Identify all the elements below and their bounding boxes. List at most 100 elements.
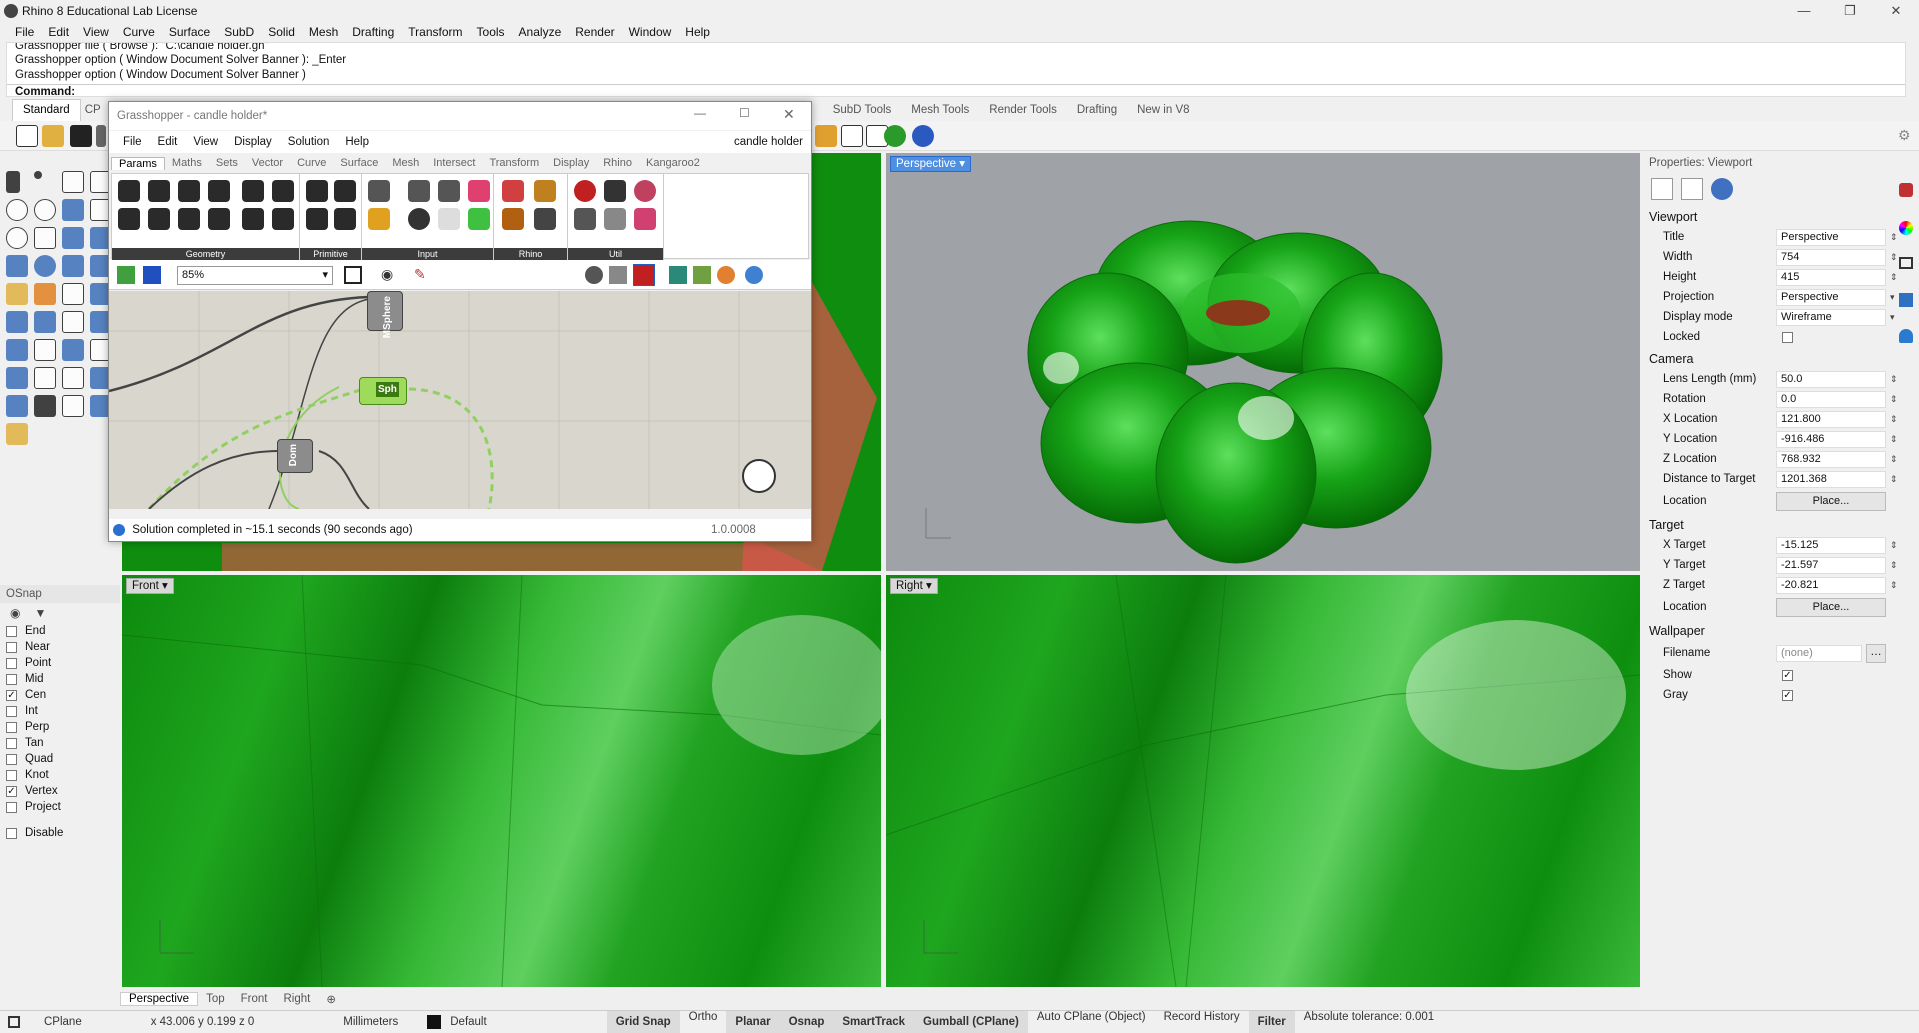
gh-material-icon[interactable] — [534, 208, 556, 230]
gh-menu-help[interactable]: Help — [337, 136, 377, 148]
gh-group-label[interactable]: Geometry — [112, 248, 299, 260]
tab-new-in-v8[interactable]: New in V8 — [1127, 104, 1199, 116]
layers-icon[interactable] — [1899, 183, 1913, 197]
camera-prop-value[interactable]: 0.0 — [1776, 390, 1886, 408]
gh-boolean-icon[interactable] — [306, 180, 328, 202]
osnap-checkbox[interactable] — [6, 721, 17, 733]
gh-menu-solution[interactable]: Solution — [280, 136, 338, 148]
gumball-icon[interactable] — [34, 395, 56, 417]
analyze-icon[interactable] — [6, 367, 28, 389]
libraries-icon[interactable] — [1899, 293, 1913, 307]
viewport-icon[interactable] — [1681, 178, 1703, 200]
osnap-checkbox[interactable] — [6, 753, 17, 765]
gh-bake-icon[interactable] — [669, 266, 687, 284]
osnap-item[interactable]: ✓ Cen — [0, 687, 120, 703]
gh-import-icon[interactable] — [368, 180, 390, 202]
osnap-item[interactable]: Knot — [0, 767, 120, 783]
gh-tab-display[interactable]: Display — [546, 157, 596, 169]
notifications-icon[interactable] — [1899, 329, 1913, 343]
command-prompt[interactable]: Command: — [7, 84, 1905, 100]
camera-prop-value[interactable]: 1201.368 — [1776, 470, 1886, 488]
osnap-checkbox[interactable] — [6, 673, 17, 685]
settings-gear-icon[interactable]: ⚙ — [1898, 127, 1911, 144]
spinner-icon[interactable]: ⇕ — [1890, 580, 1898, 591]
browse-button[interactable]: … — [1866, 643, 1886, 663]
help-icon[interactable] — [912, 125, 934, 147]
menu-window[interactable]: Window — [622, 25, 679, 39]
front-viewport[interactable]: Front ▾ — [122, 575, 881, 987]
paint-icon[interactable] — [6, 423, 28, 445]
tab-standard[interactable]: Standard — [12, 99, 81, 121]
target-place-button[interactable]: Place... — [1776, 597, 1886, 617]
gh-surface-param-icon[interactable] — [208, 180, 230, 202]
current-layer[interactable]: Default — [441, 1016, 606, 1028]
open-folder-icon[interactable] — [42, 125, 64, 147]
trim-icon[interactable] — [62, 283, 84, 305]
gh-menu-display[interactable]: Display — [226, 136, 280, 148]
osnap-checkbox[interactable] — [6, 625, 17, 637]
gh-tab-rhino[interactable]: Rhino — [596, 157, 639, 169]
filter-icon[interactable]: ▼ — [34, 606, 46, 620]
tab-mesh-tools[interactable]: Mesh Tools — [901, 104, 979, 116]
osnap-item[interactable]: Mid — [0, 671, 120, 687]
gh-sketch-icon[interactable]: ✎ — [414, 266, 426, 283]
gh-list-icon[interactable] — [438, 208, 460, 230]
display-icon[interactable] — [1899, 257, 1913, 269]
menu-mesh[interactable]: Mesh — [302, 25, 345, 39]
status-toggle[interactable]: Ortho — [680, 1011, 727, 1033]
spinner-icon[interactable]: ⇕ — [1890, 414, 1898, 425]
spinner-icon[interactable]: ⇕ — [1890, 560, 1898, 571]
gh-dom-node[interactable]: Dom — [277, 439, 313, 473]
osnap-item[interactable]: ✓ Vertex — [0, 783, 120, 799]
close-button[interactable]: ✕ — [1873, 0, 1919, 22]
gh-rhino-object-icon[interactable] — [502, 180, 524, 202]
gh-zoom-select[interactable]: 85% ▾ — [177, 266, 333, 285]
gh-curve-param-icon[interactable] — [178, 180, 200, 202]
spinner-icon[interactable]: ⇕ — [1890, 474, 1898, 485]
solid-tools-icon[interactable] — [6, 395, 28, 417]
target-prop-value[interactable]: -21.597 — [1776, 556, 1886, 574]
osnap-checkbox[interactable] — [6, 801, 17, 813]
osnap-checkbox[interactable] — [6, 737, 17, 749]
osnap-checkbox[interactable]: ✓ — [6, 689, 17, 701]
eye-icon[interactable]: ◉ — [10, 606, 20, 620]
gh-tree-icon[interactable] — [574, 208, 596, 230]
gh-group-label[interactable]: Primitive — [300, 248, 361, 260]
osnap-item[interactable]: Point — [0, 655, 120, 671]
gh-panel-icon[interactable] — [408, 180, 430, 202]
spinner-icon[interactable]: ⇕ — [1890, 454, 1898, 465]
status-toggle[interactable]: Record History — [1155, 1011, 1249, 1033]
print-icon[interactable] — [96, 125, 106, 147]
gh-tab-vector[interactable]: Vector — [245, 157, 290, 169]
camera-prop-value[interactable]: 50.0 — [1776, 370, 1886, 388]
tab-drafting[interactable]: Drafting — [1067, 104, 1127, 116]
gh-tab-maths[interactable]: Maths — [165, 157, 209, 169]
gh-arrow-icon[interactable] — [604, 180, 626, 202]
viewport-prop-value[interactable]: Perspective — [1776, 288, 1886, 306]
join-icon[interactable] — [6, 311, 28, 333]
gh-msphere-node[interactable]: MSphere — [367, 291, 403, 338]
gh-cherry-icon[interactable] — [574, 180, 596, 202]
sphere-icon[interactable] — [34, 255, 56, 277]
move-icon[interactable] — [62, 311, 84, 333]
gh-menu-view[interactable]: View — [185, 136, 226, 148]
gh-toggle-icon[interactable] — [438, 180, 460, 202]
gh-cluster-icon[interactable] — [634, 180, 656, 202]
menu-view[interactable]: View — [76, 25, 116, 39]
gh-tab-params[interactable]: Params — [111, 156, 165, 170]
menu-analyze[interactable]: Analyze — [512, 25, 569, 39]
gh-graph-icon[interactable] — [368, 208, 390, 230]
status-toggle[interactable]: Absolute tolerance: 0.001 — [1295, 1011, 1443, 1033]
gh-zoom-extents-icon[interactable] — [344, 266, 362, 284]
add-viewport-icon[interactable]: ⊕ — [318, 992, 344, 1006]
menu-render[interactable]: Render — [568, 25, 621, 39]
gh-pattern-icon[interactable] — [534, 180, 556, 202]
gh-layer-icon[interactable] — [502, 208, 524, 230]
gh-param-icon[interactable] — [118, 180, 140, 202]
materials-icon[interactable] — [1899, 221, 1913, 235]
gh-knob-icon[interactable] — [408, 208, 430, 230]
tab-perspective[interactable]: Perspective — [120, 992, 199, 1006]
gh-preview-eye-icon[interactable]: ◉ — [381, 266, 393, 283]
array-icon[interactable] — [62, 339, 84, 361]
gh-group-label[interactable]: Input — [362, 248, 493, 260]
